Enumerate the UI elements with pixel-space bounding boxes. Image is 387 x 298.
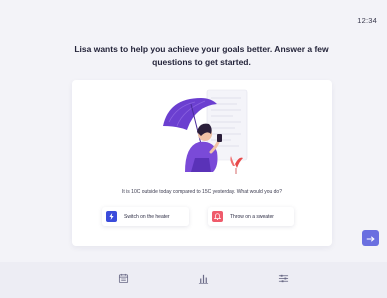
nav-calendar-button[interactable] [113,270,133,290]
bell-icon [212,211,223,222]
status-time: 12:34 [357,16,377,25]
switch-on-heater-button[interactable]: Switch on the heater [102,207,189,226]
next-button[interactable] [362,230,379,246]
throw-on-sweater-label: Throw on a sweater [230,213,274,220]
throw-on-sweater-button[interactable]: Throw on a sweater [208,207,294,226]
question-card: It is 10C outside today compared to 15C … [72,80,332,246]
arrow-right-icon [366,229,375,247]
nav-stats-button[interactable] [193,270,213,290]
calendar-icon [118,271,129,289]
lightning-icon [106,211,117,222]
bottom-nav-bar [0,262,387,298]
question-text: It is 10C outside today compared to 15C … [122,189,282,195]
nav-settings-button[interactable] [273,270,293,290]
sliders-icon [278,271,289,289]
headline-line-2: questions to get started. [152,57,251,67]
headline-line-1: Lisa wants to help you achieve your goal… [74,44,329,54]
bar-chart-icon [198,271,209,289]
onboarding-headline: Lisa wants to help you achieve your goal… [60,43,343,69]
woman-umbrella-illustration [163,89,248,174]
switch-on-heater-label: Switch on the heater [124,213,170,220]
